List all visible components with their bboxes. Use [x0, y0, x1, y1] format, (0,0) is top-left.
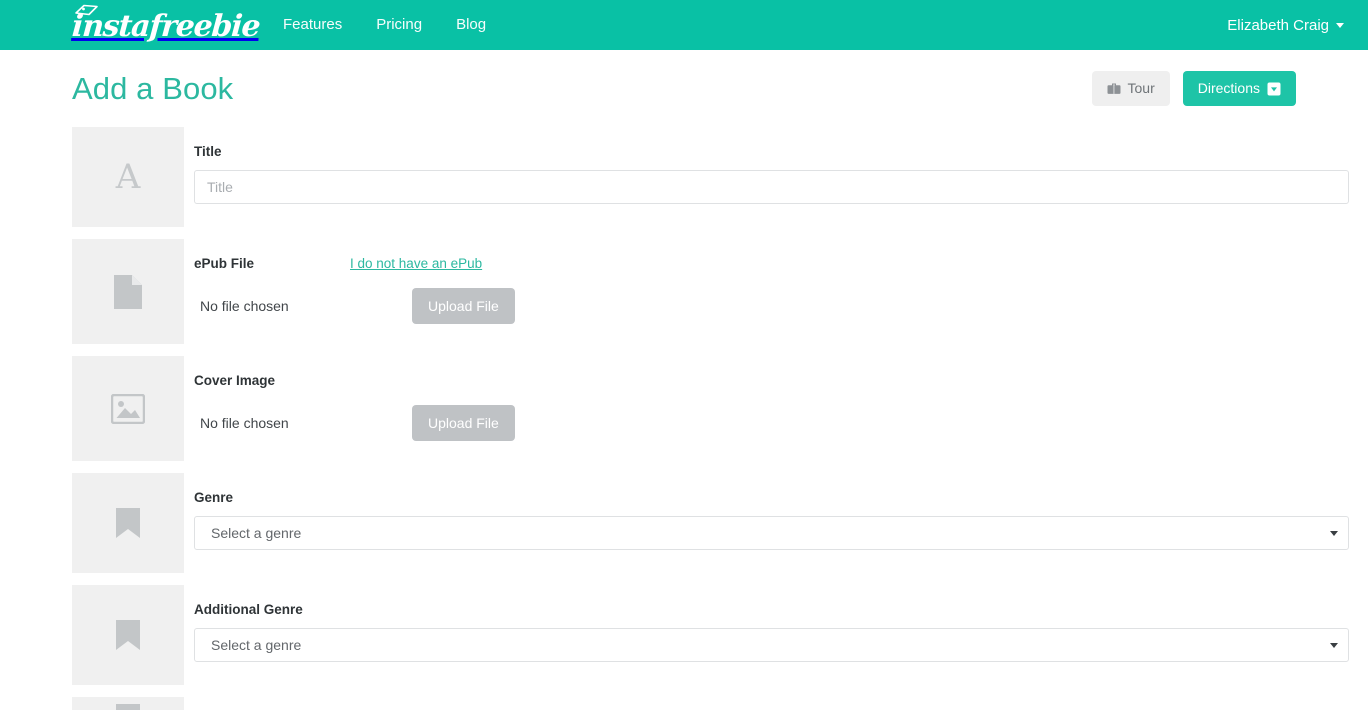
form-row-title: A Title	[72, 127, 1349, 227]
brand-logo-text: instafreebie	[70, 9, 261, 44]
row-icon-gutter	[72, 473, 184, 573]
additional-genre-select[interactable]: Select a genre	[194, 628, 1349, 662]
epub-upload-button[interactable]: Upload File	[412, 288, 515, 324]
image-icon	[111, 393, 145, 424]
row-icon-gutter	[72, 697, 184, 710]
caret-down-icon	[1336, 22, 1344, 28]
no-epub-link[interactable]: I do not have an ePub	[350, 256, 482, 271]
title-input[interactable]	[194, 170, 1349, 204]
tour-button[interactable]: Tour	[1091, 71, 1170, 106]
genre-label: Genre	[194, 490, 234, 505]
box-caret-down-icon	[1267, 82, 1281, 95]
briefcase-icon	[1107, 83, 1121, 94]
title-label: Title	[194, 144, 222, 159]
user-menu-label: Elizabeth Craig	[1227, 16, 1329, 34]
directions-button[interactable]: Directions	[1182, 71, 1296, 106]
additional-genre-label: Additional Genre	[194, 602, 303, 617]
page-header: Add a Book Tour Directions	[0, 50, 1368, 127]
form-row-additional-genre-2: Additional Genre	[72, 697, 1296, 710]
label-line: Genre	[194, 490, 1296, 516]
epub-file-status: No file chosen	[200, 298, 289, 314]
add-book-form: A Title ePub File I do not have an ePub …	[0, 127, 1368, 710]
directions-button-label: Directions	[1197, 80, 1260, 97]
tour-button-label: Tour	[1127, 80, 1155, 97]
file-upload-line: No file chosen Upload File	[194, 405, 1296, 441]
genre-select-wrap: Select a genre	[194, 516, 1349, 550]
form-row-genre: Genre Select a genre	[72, 473, 1349, 573]
row-content: Title	[184, 127, 1349, 227]
file-upload-line: No file chosen Upload File	[194, 288, 1296, 324]
header-actions: Tour Directions	[1091, 71, 1296, 106]
genre-select-value: Select a genre	[211, 525, 302, 541]
user-menu[interactable]: Elizabeth Craig	[1227, 17, 1344, 34]
bookmark-icon	[116, 703, 140, 710]
form-row-cover-image: Cover Image No file chosen Upload File	[72, 356, 1296, 461]
row-icon-gutter	[72, 356, 184, 461]
row-content: ePub File I do not have an ePub No file …	[184, 239, 1296, 344]
genre-select[interactable]: Select a genre	[194, 516, 1349, 550]
bookmark-icon	[116, 508, 140, 538]
additional-genre-select-value: Select a genre	[211, 637, 302, 653]
label-line: Cover Image	[194, 373, 1296, 399]
row-content: Genre Select a genre	[184, 473, 1349, 573]
row-icon-gutter	[72, 585, 184, 685]
top-navbar: instafreebie Features Pricing Blog Eliza…	[0, 0, 1368, 50]
additional-genre-select-wrap: Select a genre	[194, 628, 1349, 662]
form-row-epub-file: ePub File I do not have an ePub No file …	[72, 239, 1296, 344]
row-content: Additional Genre Select a genre	[184, 585, 1349, 685]
cover-image-label: Cover Image	[194, 373, 276, 388]
navbar-left: instafreebie Features Pricing Blog	[0, 0, 503, 50]
row-content: Additional Genre	[184, 697, 1296, 710]
page-title: Add a Book	[72, 70, 234, 106]
nav-link-pricing[interactable]: Pricing	[359, 0, 439, 50]
form-row-additional-genre-1: Additional Genre Select a genre	[72, 585, 1349, 685]
navbar-right: Elizabeth Craig	[1227, 17, 1368, 34]
cover-image-file-status: No file chosen	[200, 415, 289, 431]
row-icon-gutter: A	[72, 127, 184, 227]
nav-link-blog[interactable]: Blog	[439, 0, 503, 50]
cover-image-upload-button[interactable]: Upload File	[412, 405, 515, 441]
document-icon	[114, 274, 142, 309]
label-line: Title	[194, 144, 1296, 170]
row-content: Cover Image No file chosen Upload File	[184, 356, 1296, 461]
label-line: ePub File I do not have an ePub	[194, 256, 1296, 282]
letter-a-icon: A	[115, 157, 141, 197]
bookmark-icon	[116, 620, 140, 650]
label-line: Additional Genre	[194, 602, 1296, 628]
row-icon-gutter	[72, 239, 184, 344]
epub-file-label: ePub File	[194, 256, 255, 271]
nav-link-features[interactable]: Features	[266, 0, 359, 50]
brand-logo[interactable]: instafreebie	[71, 4, 261, 45]
